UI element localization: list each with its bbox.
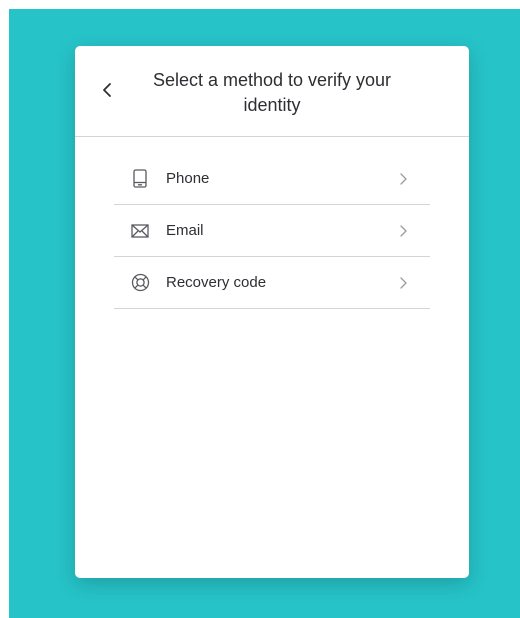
method-label: Recovery code bbox=[166, 274, 267, 291]
card-header: Select a method to verify your identity bbox=[75, 46, 469, 137]
method-email[interactable]: Email bbox=[114, 205, 430, 257]
phone-icon bbox=[130, 169, 150, 189]
method-phone[interactable]: Phone bbox=[114, 153, 430, 205]
chevron-right-icon bbox=[400, 276, 407, 289]
method-recovery-code[interactable]: Recovery code bbox=[114, 257, 430, 309]
method-label: Phone bbox=[166, 170, 210, 187]
lifebuoy-icon bbox=[130, 273, 150, 293]
chevron-left-icon bbox=[103, 83, 111, 97]
chevron-right-icon bbox=[400, 172, 407, 185]
verify-identity-card: Select a method to verify your identity … bbox=[75, 46, 469, 578]
page-title: Select a method to verify your identity bbox=[152, 70, 392, 115]
verification-method-list: Phone Email Recovery code bbox=[114, 153, 430, 309]
method-label: Email bbox=[166, 222, 204, 239]
back-button[interactable] bbox=[95, 78, 119, 102]
mail-icon bbox=[130, 221, 150, 241]
chevron-right-icon bbox=[400, 224, 407, 237]
